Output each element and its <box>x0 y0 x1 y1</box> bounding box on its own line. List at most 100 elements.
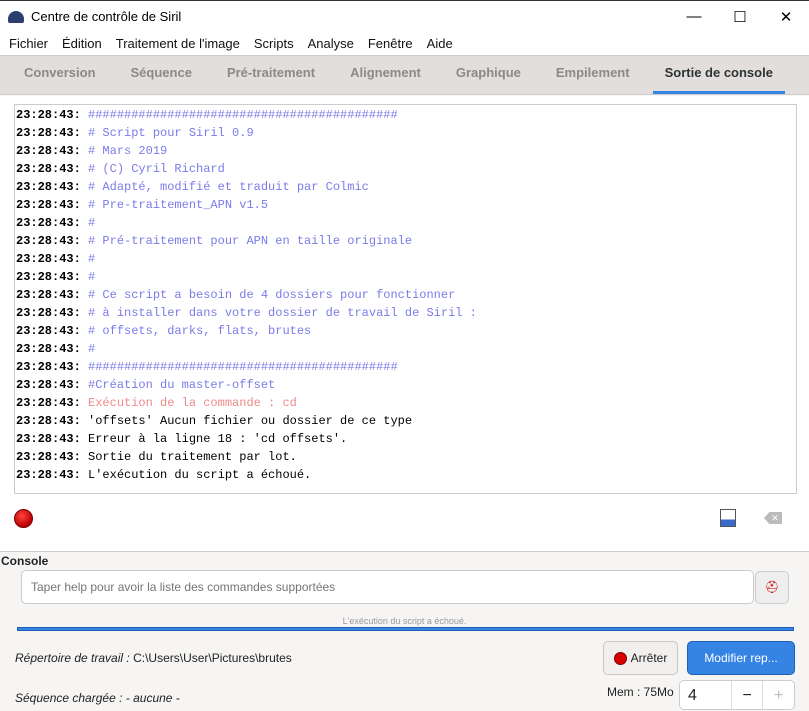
timestamp: 23:28:43: <box>16 180 81 194</box>
tab-conversion[interactable]: Conversion <box>12 55 108 94</box>
memory-usage: Mem : 75Mo <box>607 685 674 699</box>
console-output-panel: 23:28:43: ##############################… <box>0 96 809 552</box>
timestamp: 23:28:43: <box>16 108 81 122</box>
menu-analyse[interactable]: Analyse <box>308 36 354 51</box>
console-message: # <box>88 216 96 230</box>
tab-alignement[interactable]: Alignement <box>338 55 433 94</box>
console-message: # Adapté, modifié et traduit par Colmic <box>88 180 369 194</box>
change-directory-button[interactable]: Modifier rep... <box>687 641 795 675</box>
console-message: ########################################… <box>88 360 398 374</box>
timestamp: 23:28:43: <box>16 468 81 482</box>
tab-pretraitement[interactable]: Pré-traitement <box>215 55 327 94</box>
help-button[interactable]: ⛑ <box>755 571 789 604</box>
timestamp: 23:28:43: <box>16 378 81 392</box>
timestamp: 23:28:43: <box>16 270 81 284</box>
console-line: 23:28:43: # <box>15 250 796 268</box>
timestamp: 23:28:43: <box>16 162 81 176</box>
stop-label: Arrêter <box>630 651 668 665</box>
working-directory-path: C:\Users\User\Pictures\brutes <box>133 651 292 665</box>
clear-console-icon[interactable]: ✕ <box>764 512 782 524</box>
window-title: Centre de contrôle de Siril <box>31 9 182 24</box>
title-bar: Centre de contrôle de Siril — ☐ ✕ <box>0 0 809 32</box>
timestamp: 23:28:43: <box>16 252 81 266</box>
console-message: # Ce script a besoin de 4 dossiers pour … <box>88 288 456 302</box>
console-message: # Mars 2019 <box>88 144 168 158</box>
console-message: # Pre-traitement_APN v1.5 <box>88 198 269 212</box>
working-directory: Répertoire de travail : C:\Users\User\Pi… <box>15 651 292 665</box>
console-line: 23:28:43: # offsets, darks, flats, brute… <box>15 322 796 340</box>
console-line: 23:28:43: # <box>15 340 796 358</box>
stop-button[interactable]: Arrêter <box>603 641 678 675</box>
maximize-button[interactable]: ☐ <box>717 8 763 26</box>
console-message: # offsets, darks, flats, brutes <box>88 324 312 338</box>
console-line: 23:28:43: Exécution de la commande : cd <box>15 394 796 412</box>
timestamp: 23:28:43: <box>16 324 81 338</box>
minimize-button[interactable]: — <box>671 8 717 25</box>
menu-edition[interactable]: Édition <box>62 36 102 51</box>
timestamp: 23:28:43: <box>16 342 81 356</box>
console-line: 23:28:43: # à installer dans votre dossi… <box>15 304 796 322</box>
threads-decrement[interactable]: − <box>730 681 763 709</box>
console-message: 'offsets' Aucun fichier ou dossier de ce… <box>88 414 413 428</box>
menu-fichier[interactable]: Fichier <box>9 36 48 51</box>
siril-logo-icon <box>8 10 24 23</box>
menu-fenetre[interactable]: Fenêtre <box>368 36 413 51</box>
console-line: 23:28:43: # Pre-traitement_APN v1.5 <box>15 196 796 214</box>
tab-graphique[interactable]: Graphique <box>444 55 533 94</box>
console-message: # à installer dans votre dossier de trav… <box>88 306 477 320</box>
timestamp: 23:28:43: <box>16 414 81 428</box>
console-message: #Création du master-offset <box>88 378 276 392</box>
console-line: 23:28:43: Erreur à la ligne 18 : 'cd off… <box>15 430 796 448</box>
menu-aide[interactable]: Aide <box>427 36 453 51</box>
help-icon: ⛑ <box>764 580 780 594</box>
console-line: 23:28:43: Sortie du traitement par lot. <box>15 448 796 466</box>
console-label: Console <box>1 554 49 568</box>
console-output[interactable]: 23:28:43: ##############################… <box>14 104 797 494</box>
timestamp: 23:28:43: <box>16 126 81 140</box>
console-line: 23:28:43: # <box>15 268 796 286</box>
tab-bar: Conversion Séquence Pré-traitement Align… <box>0 55 809 95</box>
threads-spinner[interactable]: 4 − + <box>679 680 795 710</box>
console-message: # <box>88 252 96 266</box>
menu-scripts[interactable]: Scripts <box>254 36 294 51</box>
console-line: 23:28:43: # Ce script a besoin de 4 doss… <box>15 286 796 304</box>
console-line: 23:28:43: L'exécution du script a échoué… <box>15 466 796 484</box>
command-input[interactable] <box>21 570 754 604</box>
threads-increment[interactable]: + <box>762 681 794 709</box>
tab-sequence[interactable]: Séquence <box>119 55 204 94</box>
timestamp: 23:28:43: <box>16 360 81 374</box>
loaded-sequence: Séquence chargée : - aucune - <box>15 691 180 705</box>
timestamp: 23:28:43: <box>16 234 81 248</box>
timestamp: 23:28:43: <box>16 144 81 158</box>
console-message: ########################################… <box>88 108 398 122</box>
console-message: Erreur à la ligne 18 : 'cd offsets'. <box>88 432 348 446</box>
close-button[interactable]: ✕ <box>763 8 809 26</box>
timestamp: 23:28:43: <box>16 432 81 446</box>
progress-text: L'exécution du script a échoué. <box>342 616 467 626</box>
console-line: 23:28:43: # Adapté, modifié et traduit p… <box>15 178 796 196</box>
console-line: 23:28:43: # (C) Cyril Richard <box>15 160 796 178</box>
console-message: Exécution de la commande : cd <box>88 396 297 410</box>
console-message: # <box>88 270 96 284</box>
console-line: 23:28:43: ##############################… <box>15 358 796 376</box>
console-line: 23:28:43: # Mars 2019 <box>15 142 796 160</box>
console-line: 23:28:43: ##############################… <box>15 106 796 124</box>
tab-sortie-console[interactable]: Sortie de console <box>652 55 785 94</box>
tab-empilement[interactable]: Empilement <box>544 55 642 94</box>
threads-value[interactable]: 4 <box>680 681 731 709</box>
timestamp: 23:28:43: <box>16 396 81 410</box>
timestamp: 23:28:43: <box>16 288 81 302</box>
console-line: 23:28:43: 'offsets' Aucun fichier ou dos… <box>15 412 796 430</box>
console-message: # (C) Cyril Richard <box>88 162 225 176</box>
stop-icon <box>613 651 627 665</box>
menu-traitement[interactable]: Traitement de l'image <box>116 36 240 51</box>
working-directory-label: Répertoire de travail : <box>15 651 130 665</box>
console-message: L'exécution du script a échoué. <box>88 468 312 482</box>
console-message: # Script pour Siril 0.9 <box>88 126 254 140</box>
console-line: 23:28:43: # Pré-traitement pour APN en t… <box>15 232 796 250</box>
sequence-label: Séquence chargée : <box>15 691 123 705</box>
timestamp: 23:28:43: <box>16 450 81 464</box>
menu-bar: Fichier Édition Traitement de l'image Sc… <box>0 32 809 55</box>
timestamp: 23:28:43: <box>16 306 81 320</box>
scroll-lock-icon[interactable] <box>720 509 736 527</box>
